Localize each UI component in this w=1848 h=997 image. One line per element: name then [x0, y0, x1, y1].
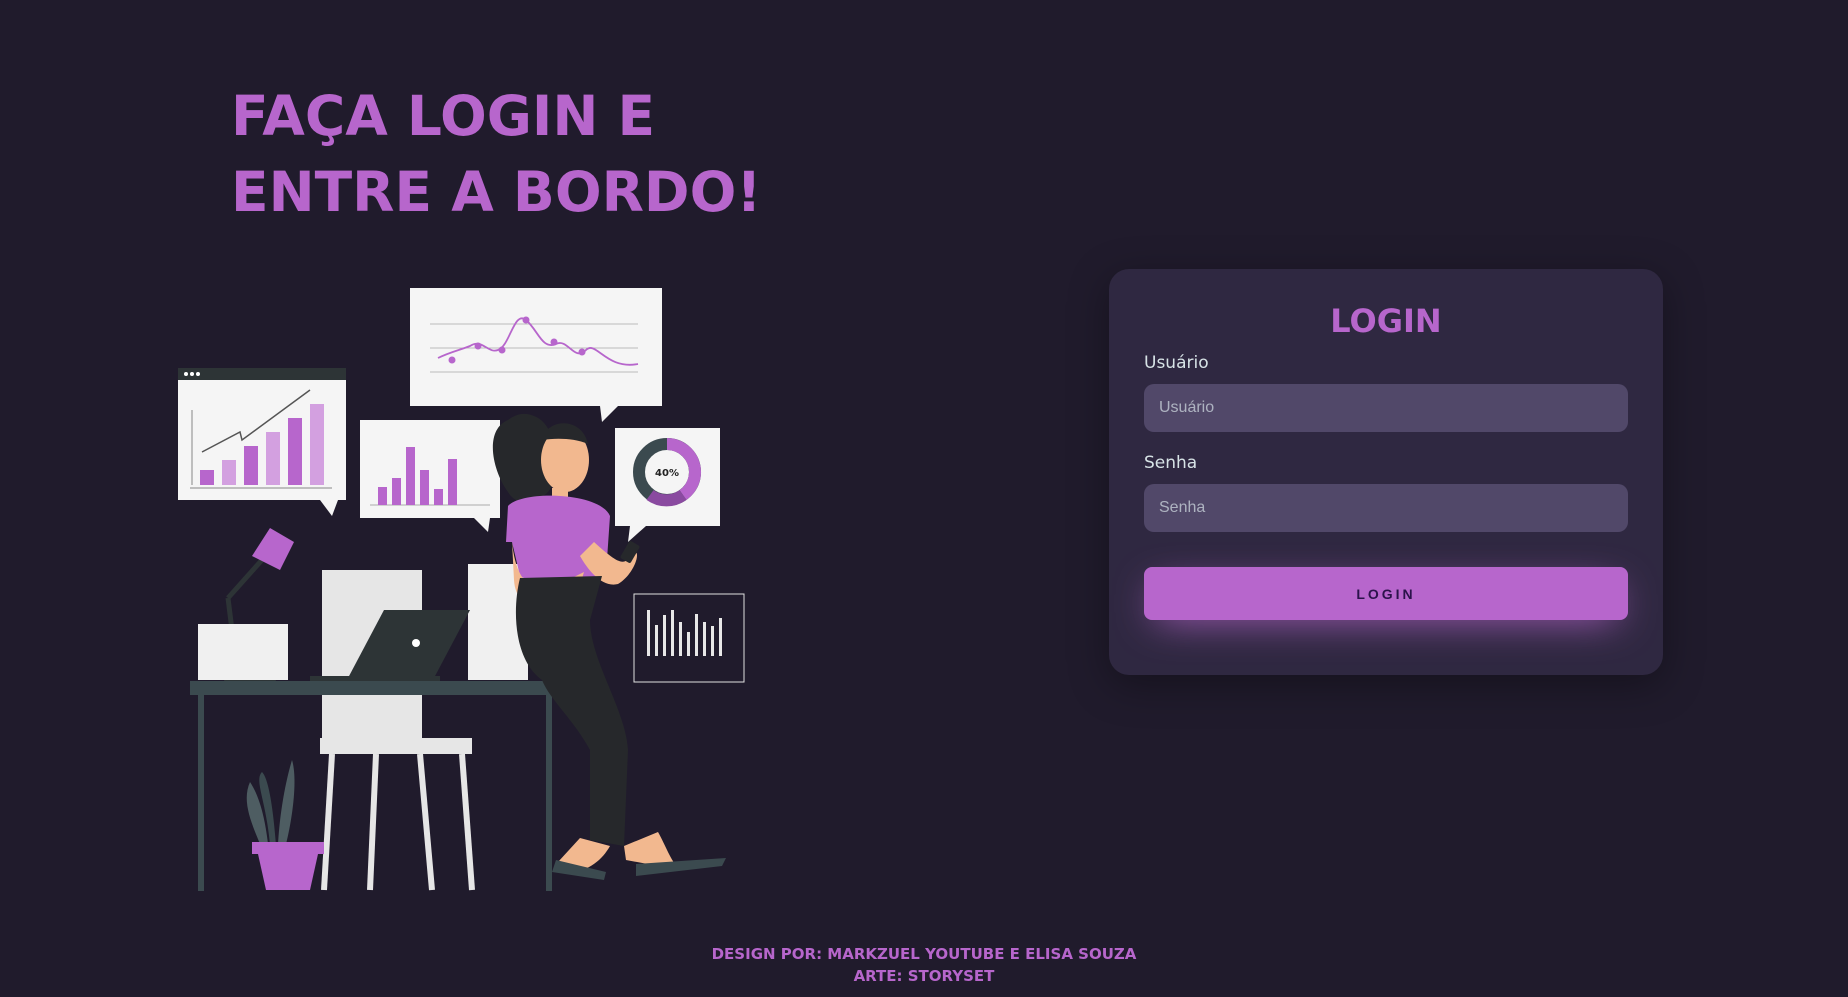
login-title: LOGIN — [1330, 302, 1442, 340]
chair-seat — [320, 738, 475, 891]
growth-chart-card — [178, 368, 346, 516]
password-input[interactable] — [1144, 484, 1628, 532]
footer-art-credit: ARTE: STORYSET — [853, 967, 995, 985]
headline-line-2: ENTRE A BORDO! — [231, 160, 762, 224]
bar-chart-card — [360, 420, 500, 532]
username-label: Usuário — [1144, 353, 1209, 373]
password-label: Senha — [1144, 453, 1198, 473]
footer-credits: DESIGN POR: MARKZUEL YOUTUBE E ELISA SOU… — [711, 945, 1137, 963]
donut-percentage-label: 40% — [655, 468, 679, 479]
login-button[interactable]: LOGIN — [1144, 567, 1628, 620]
headline-line-1: FAÇA LOGIN E — [231, 84, 656, 148]
username-input[interactable] — [1144, 384, 1628, 432]
potted-plant — [246, 760, 324, 890]
headline: FAÇA LOGIN E ENTRE A BORDO! — [231, 78, 761, 230]
office-illustration: 40% — [178, 288, 745, 891]
donut-chart-card: 40% — [615, 428, 720, 542]
line-chart-card — [410, 288, 662, 422]
login-card: LOGIN Usuário Senha LOGIN — [1109, 269, 1663, 675]
login-page: FAÇA LOGIN E ENTRE A BORDO! 40% LOGIN Us… — [0, 0, 1848, 997]
dark-bars-card — [633, 593, 745, 683]
footer: DESIGN POR: MARKZUEL YOUTUBE E ELISA SOU… — [0, 943, 1848, 987]
